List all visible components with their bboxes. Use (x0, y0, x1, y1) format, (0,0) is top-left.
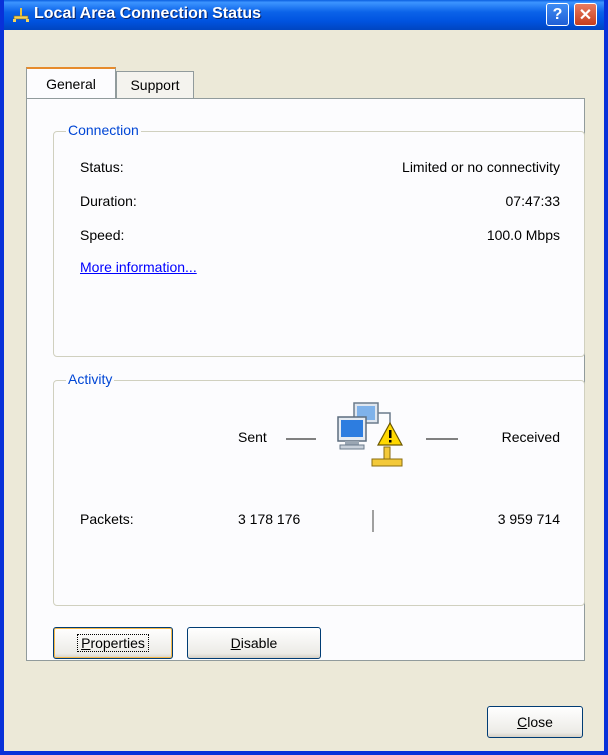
close-icon: ✕ (578, 6, 593, 24)
disable-button-label: Disable (230, 635, 278, 651)
title-close-button[interactable]: ✕ (574, 3, 597, 26)
status-label: Status: (80, 159, 124, 175)
activity-group: Activity Sent Received Packets: 3 178 17… (53, 371, 585, 606)
title-bar[interactable]: Local Area Connection Status ? ✕ (4, 0, 604, 30)
sent-label: Sent (238, 429, 267, 445)
duration-value: 07:47:33 (505, 193, 561, 209)
dialog-window: Local Area Connection Status ? ✕ General… (0, 0, 608, 755)
speed-value: 100.0 Mbps (486, 227, 560, 243)
packets-divider (372, 510, 374, 532)
disable-button[interactable]: Disable (187, 627, 321, 659)
tab-general[interactable]: General (26, 67, 116, 98)
connection-group-title: Connection (66, 122, 141, 138)
properties-button[interactable]: Properties (53, 627, 173, 659)
window-title: Local Area Connection Status (34, 5, 261, 22)
activity-group-title: Activity (66, 371, 115, 387)
help-button[interactable]: ? (546, 3, 569, 26)
received-label: Received (501, 429, 560, 445)
general-panel: Connection Status: Limited or no connect… (26, 98, 585, 661)
sent-line (286, 438, 316, 440)
close-button-label: Close (517, 714, 553, 730)
network-warning-icon (337, 402, 404, 467)
more-information-link[interactable]: More information... (80, 259, 197, 275)
speed-label: Speed: (80, 227, 125, 243)
packets-received-value: 3 959 714 (497, 511, 560, 527)
help-icon: ? (552, 5, 563, 23)
connection-group: Connection Status: Limited or no connect… (53, 122, 585, 357)
close-button[interactable]: Close (487, 706, 583, 738)
properties-button-label: Properties (77, 634, 149, 652)
packets-label: Packets: (80, 511, 134, 527)
duration-label: Duration: (80, 193, 137, 209)
status-value: Limited or no connectivity (402, 159, 560, 175)
received-line (426, 438, 458, 440)
packets-sent-value: 3 178 176 (238, 511, 301, 527)
network-connection-icon (13, 8, 29, 22)
tab-support[interactable]: Support (116, 71, 194, 98)
